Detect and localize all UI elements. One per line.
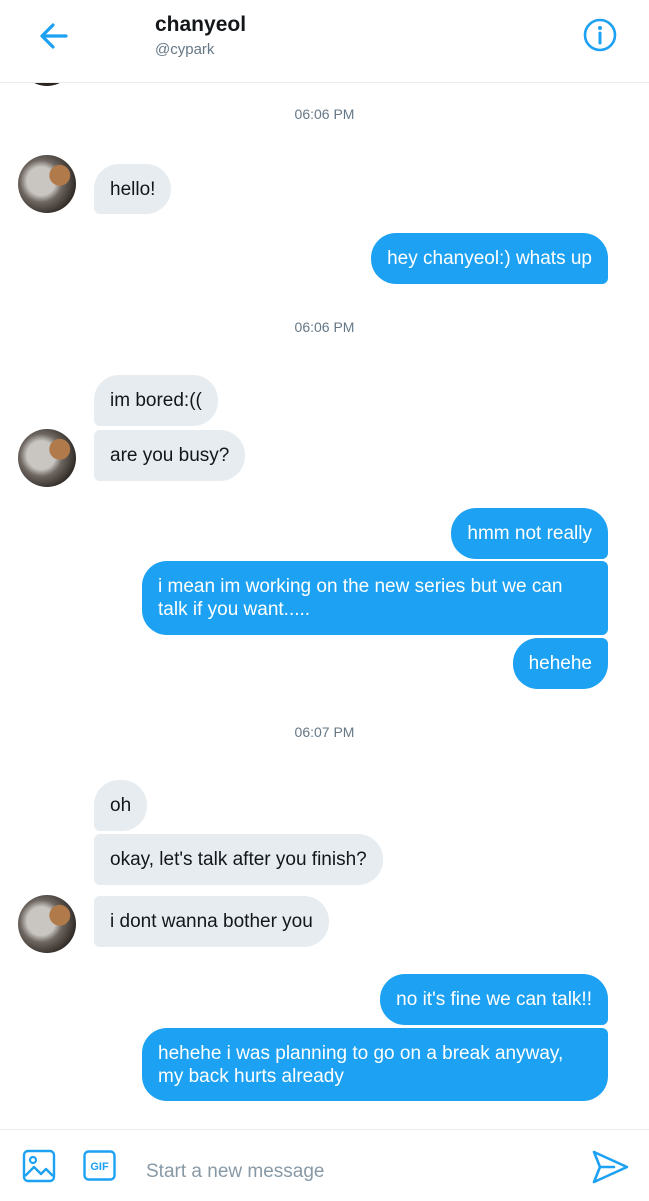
gif-icon: GIF: [83, 1150, 116, 1181]
message-sent: hehehe i was planning to go on a break a…: [142, 1028, 608, 1101]
gif-label: GIF: [90, 1161, 109, 1173]
timestamp: 06:07 PM: [294, 724, 355, 740]
message-sent: hmm not really: [451, 508, 608, 559]
message-received: okay, let's talk after you finish?: [94, 834, 383, 885]
add-gif-button[interactable]: GIF: [83, 1150, 116, 1181]
back-button[interactable]: [36, 18, 72, 54]
message-received: hello!: [94, 164, 172, 214]
timestamp: 06:06 PM: [294, 106, 355, 122]
message-sent: hey chanyeol:) whats up: [371, 233, 608, 284]
timestamp: 06:06 PM: [294, 319, 355, 335]
image-icon: [22, 1149, 56, 1183]
message-sent: hehehe: [512, 638, 608, 689]
message-received: are you busy?: [94, 430, 246, 481]
message-received: im bored:((: [94, 375, 218, 426]
conversation-handle[interactable]: @cypark: [155, 41, 214, 58]
message-received: i dont wanna bother you: [94, 896, 329, 947]
avatar[interactable]: [18, 429, 76, 487]
arrow-left-icon: [40, 23, 68, 49]
info-icon: [583, 18, 617, 52]
send-button[interactable]: [590, 1148, 630, 1186]
message-input[interactable]: [146, 1157, 556, 1187]
message-sent: i mean im working on the new series but …: [142, 561, 608, 635]
avatar[interactable]: [18, 155, 76, 213]
info-button[interactable]: [582, 17, 618, 53]
message-sent: no it's fine we can talk!!: [380, 974, 608, 1025]
conversation-name[interactable]: chanyeol: [155, 13, 246, 37]
add-media-button[interactable]: [22, 1149, 56, 1183]
conversation-header: chanyeol @cypark: [0, 0, 649, 83]
avatar[interactable]: [18, 895, 76, 953]
message-received: oh: [94, 780, 148, 831]
send-icon: [592, 1150, 629, 1184]
